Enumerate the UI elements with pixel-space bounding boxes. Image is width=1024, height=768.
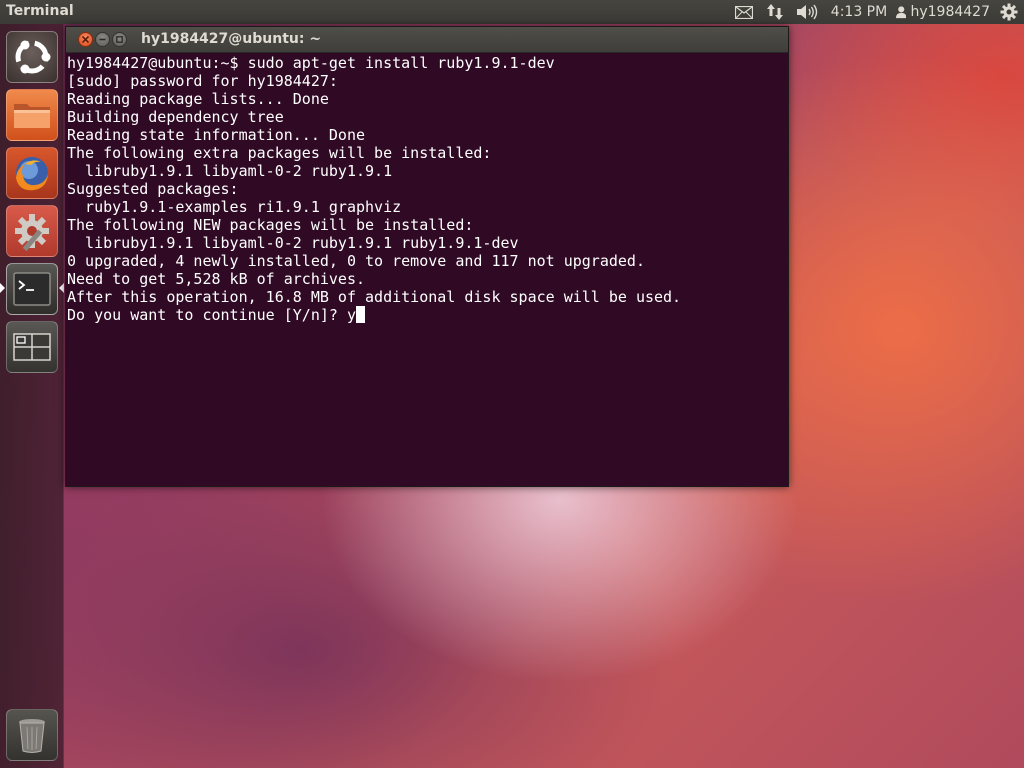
terminal-output[interactable]: hy1984427@ubuntu:~$ sudo apt-get install… <box>67 54 788 486</box>
trash-icon <box>19 719 45 753</box>
firefox-icon <box>16 157 48 191</box>
minimize-icon <box>99 38 106 41</box>
terminal-line: After this operation, 16.8 MB of additio… <box>67 288 682 306</box>
user-menu[interactable]: hy1984427 <box>896 0 990 24</box>
terminal-line: Suggested packages: <box>67 180 239 198</box>
window-titlebar[interactable]: hy1984427@ubuntu: ~ <box>66 27 788 53</box>
launcher-item-terminal[interactable] <box>6 263 58 315</box>
maximize-icon <box>116 36 123 43</box>
ubuntu-logo-icon <box>15 40 51 74</box>
terminal-line: The following NEW packages will be insta… <box>67 216 474 234</box>
window-title: hy1984427@ubuntu: ~ <box>141 31 322 47</box>
active-app-arrow-left <box>0 283 5 293</box>
top-panel: Terminal 4:13 PM hy1984427 <box>0 0 1024 24</box>
launcher-item-workspaces[interactable] <box>6 321 58 373</box>
launcher-item-files[interactable] <box>6 89 58 141</box>
mail-icon[interactable] <box>733 0 755 24</box>
terminal-line: libruby1.9.1 libyaml-0-2 ruby1.9.1 ruby1… <box>67 234 519 252</box>
launcher-item-dash[interactable] <box>6 31 58 83</box>
terminal-line: Reading package lists... Done <box>67 90 329 108</box>
maximize-button[interactable] <box>112 32 127 47</box>
clock-indicator[interactable]: 4:13 PM <box>828 0 890 24</box>
terminal-line: ruby1.9.1-examples ri1.9.1 graphviz <box>67 198 402 216</box>
terminal-line: Building dependency tree <box>67 108 284 126</box>
launcher-item-trash[interactable] <box>6 709 58 761</box>
terminal-line: [sudo] password for hy1984427: <box>67 72 338 90</box>
active-app-arrow-right <box>59 283 64 293</box>
launcher-item-settings[interactable] <box>6 205 58 257</box>
terminal-line: 0 upgraded, 4 newly installed, 0 to remo… <box>67 252 645 270</box>
gear-icon[interactable] <box>998 0 1020 24</box>
terminal-prompt-text: Do you want to continue [Y/n]? y <box>67 306 356 324</box>
terminal-line: Need to get 5,528 kB of archives. <box>67 270 366 288</box>
clock-text: 4:13 PM <box>830 4 888 20</box>
launcher <box>0 24 64 768</box>
close-button[interactable] <box>78 32 93 47</box>
terminal-line: hy1984427@ubuntu:~$ sudo apt-get install… <box>67 54 555 72</box>
launcher-item-firefox[interactable] <box>6 147 58 199</box>
close-icon <box>82 36 89 43</box>
terminal-window: hy1984427@ubuntu: ~ hy1984427@ubuntu:~$ … <box>65 26 789 487</box>
settings-icon <box>15 214 49 252</box>
terminal-icon <box>13 272 51 306</box>
workspace-switcher-icon <box>13 333 51 361</box>
terminal-line: libruby1.9.1 libyaml-0-2 ruby1.9.1 <box>67 162 393 180</box>
terminal-cursor <box>355 306 365 323</box>
volume-icon[interactable] <box>795 0 819 24</box>
app-menu-title[interactable]: Terminal <box>6 3 74 19</box>
minimize-button[interactable] <box>95 32 110 47</box>
terminal-line: The following extra packages will be ins… <box>67 144 492 162</box>
user-icon <box>896 6 907 19</box>
terminal-line: Reading state information... Done <box>67 126 366 144</box>
network-icon[interactable] <box>764 0 786 24</box>
terminal-prompt-line: Do you want to continue [Y/n]? y <box>67 306 788 324</box>
folder-icon <box>14 104 50 128</box>
username-label: hy1984427 <box>910 4 990 20</box>
